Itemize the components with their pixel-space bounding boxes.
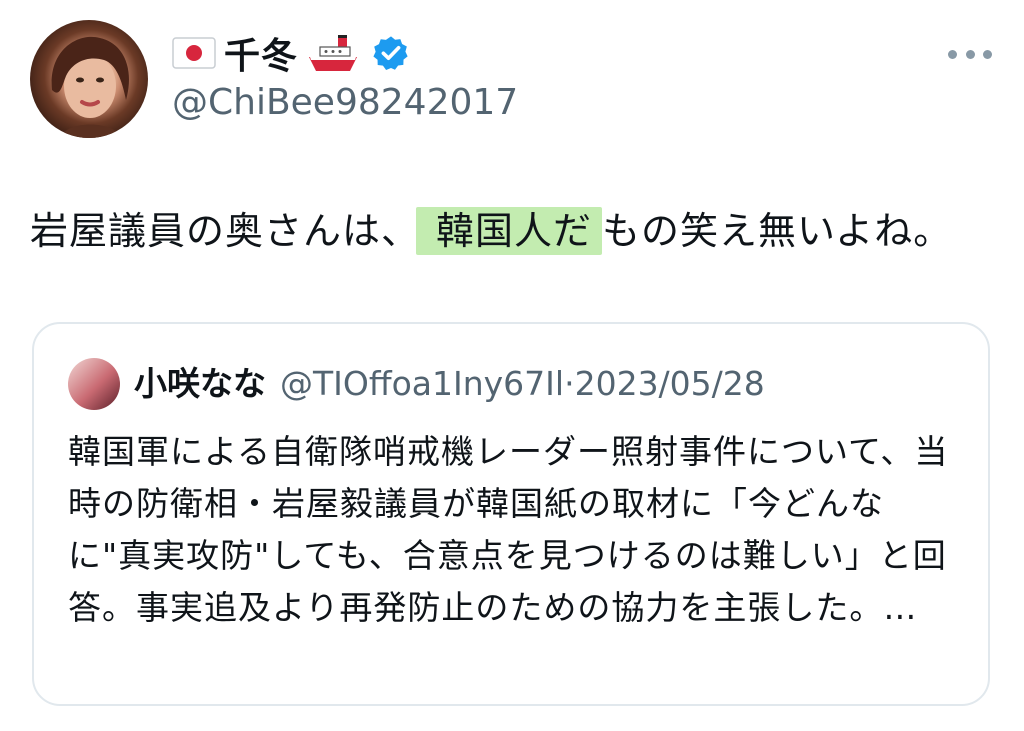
author-handle[interactable]: @ChiBee98242017 <box>172 82 518 123</box>
quote-date[interactable]: 2023/05/28 <box>575 364 765 403</box>
tweet-text-highlight: 韓国人だ <box>416 207 603 255</box>
quote-text: 韓国軍による自衛隊哨戒機レーダー照射事件について、当時の防衛相・岩屋毅議員が韓国… <box>68 432 949 627</box>
quote-tweet-card[interactable]: 小咲なな @TIOffoa1Iny67Il·2023/05/28 韓国軍による自衛… <box>32 322 990 706</box>
tweet-text-after: もの笑え無いよね。 <box>602 209 953 253</box>
quote-header: 小咲なな @TIOffoa1Iny67Il·2023/05/28 <box>134 358 765 410</box>
quote-author-handle[interactable]: @TIOffoa1Iny67Il <box>280 364 564 403</box>
author-display-name[interactable]: 千冬 <box>224 27 298 79</box>
ship-icon <box>306 31 360 75</box>
quote-author-name[interactable]: 小咲なな <box>134 364 266 403</box>
verified-badge-icon <box>372 34 410 72</box>
more-dot-icon <box>983 49 992 59</box>
more-dot-icon <box>965 49 975 59</box>
more-options-icon[interactable] <box>948 40 992 68</box>
author-name-row[interactable]: 千冬 <box>172 27 410 79</box>
quote-separator: · <box>564 364 575 403</box>
quote-author-avatar[interactable] <box>68 358 120 410</box>
tweet-text-before: 岩屋議員の奥さんは、 <box>30 209 421 253</box>
more-dot-icon <box>948 49 957 59</box>
japan-flag-icon <box>172 37 216 69</box>
author-avatar[interactable] <box>30 20 148 138</box>
tweet-text: 岩屋議員の奥さんは、 韓国人だ もの笑え無いよね。 <box>30 204 952 258</box>
